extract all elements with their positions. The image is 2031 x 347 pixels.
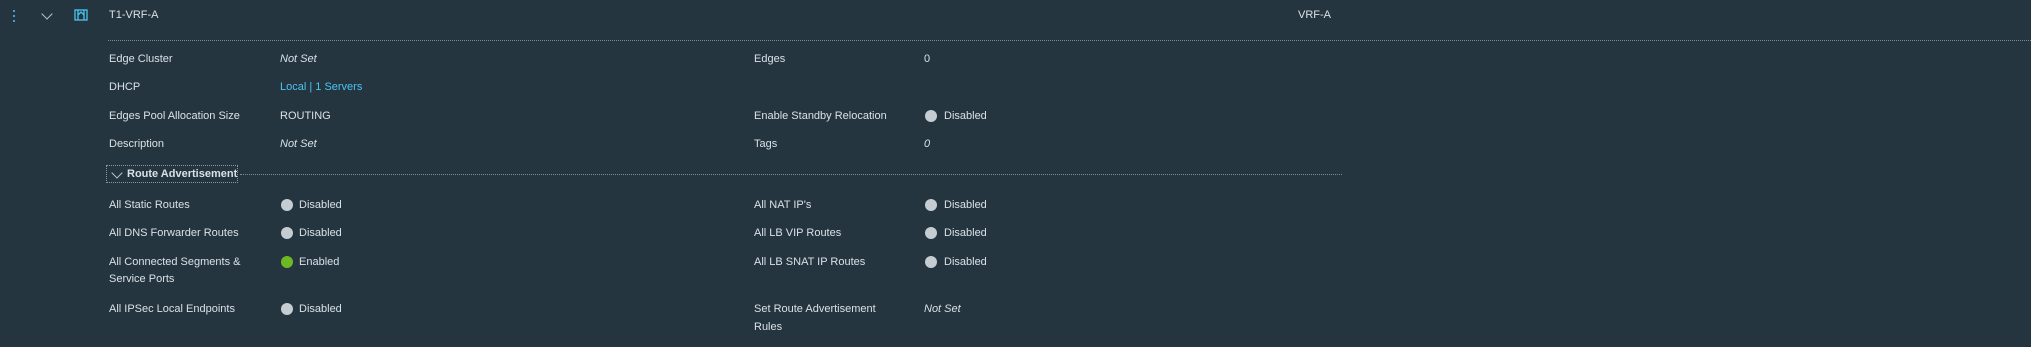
chevron-down-icon: [111, 167, 123, 179]
dns-forwarder-label: All DNS Forwarder Routes: [109, 227, 239, 239]
status-dot: [281, 227, 293, 239]
status-dot: [925, 227, 937, 239]
static-routes-value: Disabled: [299, 199, 342, 211]
nat-ips-value: Disabled: [944, 199, 987, 211]
gateway-icon: [74, 8, 88, 22]
description-label: Description: [109, 138, 165, 150]
status-dot: [925, 110, 937, 122]
route-advertisement-title: Route Advertisement: [127, 168, 238, 180]
kebab-icon: [13, 10, 17, 22]
tags-label: Tags: [754, 138, 778, 150]
section-divider: [240, 174, 1342, 175]
static-routes-label: All Static Routes: [109, 199, 190, 211]
status-dot: [925, 256, 937, 268]
gateway-name[interactable]: T1-VRF-A: [109, 8, 159, 22]
standby-relocation-value: Disabled: [944, 110, 987, 122]
edges-label: Edges: [754, 53, 786, 65]
status-dot: [925, 199, 937, 211]
ipsec-label: All IPSec Local Endpoints: [109, 303, 235, 315]
header-divider: [108, 40, 2031, 41]
dns-forwarder-value: Disabled: [299, 227, 342, 239]
connected-segments-label-line1: All Connected Segments &: [109, 256, 241, 268]
tags-value: 0: [924, 138, 931, 150]
route-advertisement-toggle[interactable]: Route Advertisement: [106, 165, 238, 183]
description-value: Not Set: [280, 138, 317, 150]
lb-snat-label: All LB SNAT IP Routes: [754, 256, 866, 268]
rules-label-line2: Rules: [754, 321, 783, 333]
ipsec-value: Disabled: [299, 303, 342, 315]
lb-vip-value: Disabled: [944, 227, 987, 239]
chevron-down-icon: [41, 8, 53, 20]
edges-pool-label: Edges Pool Allocation Size: [109, 110, 240, 122]
rules-value: Not Set: [924, 303, 961, 315]
status-dot-enabled: [281, 256, 293, 268]
connected-segments-value: Enabled: [299, 256, 340, 268]
edges-pool-value: ROUTING: [280, 110, 331, 122]
collapse-row-button[interactable]: [40, 8, 54, 22]
lb-snat-value: Disabled: [944, 256, 987, 268]
status-dot: [281, 199, 293, 211]
nat-ips-label: All NAT IP's: [754, 199, 812, 211]
row-actions-menu[interactable]: [12, 9, 18, 23]
dhcp-label: DHCP: [109, 81, 141, 93]
standby-relocation-label: Enable Standby Relocation: [754, 110, 887, 122]
rules-label-line1: Set Route Advertisement: [754, 303, 876, 315]
dhcp-link[interactable]: Local | 1 Servers: [280, 80, 362, 94]
vrf-name: VRF-A: [1298, 9, 1331, 21]
status-dot: [281, 303, 293, 315]
edges-value: 0: [924, 53, 931, 65]
edge-cluster-label: Edge Cluster: [109, 53, 173, 65]
edge-cluster-value: Not Set: [280, 53, 317, 65]
lb-vip-label: All LB VIP Routes: [754, 227, 842, 239]
connected-segments-label-line2: Service Ports: [109, 273, 175, 285]
